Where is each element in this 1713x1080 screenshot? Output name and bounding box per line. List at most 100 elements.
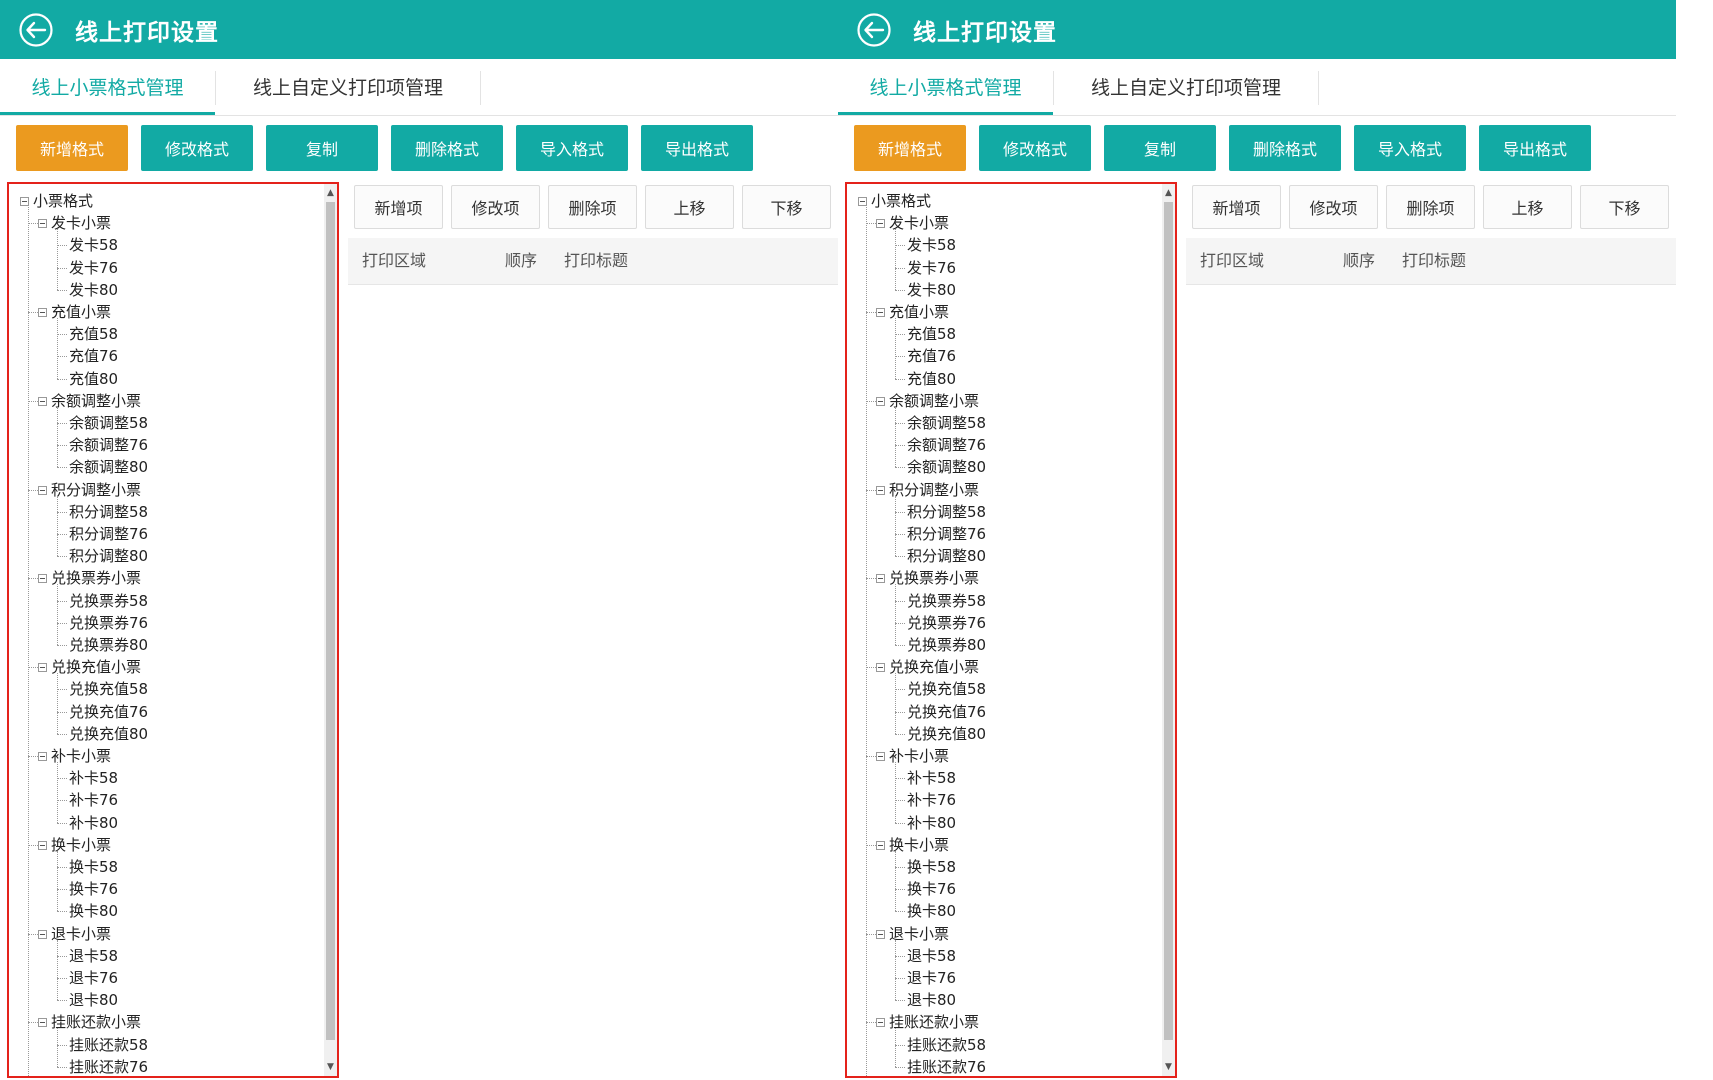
- scroll-thumb[interactable]: [326, 202, 335, 1040]
- tab-receipt-format[interactable]: 线上小票格式管理: [838, 59, 1053, 115]
- tab-custom-print-items[interactable]: 线上自定义打印项管理: [216, 59, 480, 113]
- tree-item[interactable]: 余额调整76: [69, 434, 148, 456]
- collapse-icon[interactable]: [876, 840, 885, 850]
- tree-group[interactable]: 挂账还款小票: [51, 1011, 141, 1033]
- tab-custom-print-items[interactable]: 线上自定义打印项管理: [1054, 59, 1318, 113]
- tree-item[interactable]: 余额调整80: [69, 456, 148, 478]
- tree-group[interactable]: 退卡小票: [889, 923, 949, 945]
- edit-item-button[interactable]: 修改项: [451, 185, 540, 229]
- collapse-icon[interactable]: [876, 574, 885, 584]
- edit-format-button[interactable]: 修改格式: [979, 125, 1091, 171]
- import-format-button[interactable]: 导入格式: [516, 125, 628, 171]
- collapse-icon[interactable]: [38, 663, 47, 673]
- tree-root[interactable]: 小票格式: [33, 190, 93, 212]
- tree-group[interactable]: 换卡小票: [51, 834, 111, 856]
- tree-group[interactable]: 补卡小票: [889, 745, 949, 767]
- tree-group[interactable]: 补卡小票: [51, 745, 111, 767]
- tree-group[interactable]: 余额调整小票: [51, 390, 141, 412]
- scroll-thumb[interactable]: [1164, 202, 1173, 1040]
- collapse-icon[interactable]: [876, 1018, 885, 1028]
- tree-item[interactable]: 余额调整76: [907, 434, 986, 456]
- tree-item[interactable]: 换卡76: [907, 878, 956, 900]
- tree-root[interactable]: 小票格式: [871, 190, 931, 212]
- move-down-button[interactable]: 下移: [1580, 185, 1669, 229]
- tab-receipt-format[interactable]: 线上小票格式管理: [0, 59, 215, 115]
- tree-item[interactable]: 兑换充值76: [69, 701, 148, 723]
- tree-item[interactable]: 补卡76: [69, 789, 118, 811]
- add-format-button[interactable]: 新增格式: [16, 125, 128, 171]
- tree-item[interactable]: 兑换充值58: [69, 678, 148, 700]
- tree-item[interactable]: 补卡58: [69, 767, 118, 789]
- tree-item[interactable]: 余额调整58: [907, 412, 986, 434]
- tree-item[interactable]: 充值76: [907, 345, 956, 367]
- tree-item[interactable]: 积分调整58: [907, 501, 986, 523]
- tree-item[interactable]: 退卡76: [69, 967, 118, 989]
- copy-format-button[interactable]: 复制: [1104, 125, 1216, 171]
- tree-item[interactable]: 积分调整76: [69, 523, 148, 545]
- collapse-icon[interactable]: [38, 219, 47, 229]
- edit-format-button[interactable]: 修改格式: [141, 125, 253, 171]
- tree-group[interactable]: 发卡小票: [51, 212, 111, 234]
- edit-item-button[interactable]: 修改项: [1289, 185, 1378, 229]
- collapse-icon[interactable]: [876, 929, 885, 939]
- export-format-button[interactable]: 导出格式: [641, 125, 753, 171]
- tree-item[interactable]: 退卡76: [907, 967, 956, 989]
- tree-group[interactable]: 发卡小票: [889, 212, 949, 234]
- tree-item[interactable]: 换卡58: [69, 856, 118, 878]
- tree-item[interactable]: 兑换充值80: [69, 723, 148, 745]
- tree-item[interactable]: 挂账还款76: [907, 1056, 986, 1076]
- tree-item[interactable]: 发卡80: [69, 279, 118, 301]
- add-item-button[interactable]: 新增项: [354, 185, 443, 229]
- collapse-icon[interactable]: [858, 197, 867, 206]
- collapse-icon[interactable]: [38, 1018, 47, 1028]
- tree-item[interactable]: 兑换票券58: [69, 590, 148, 612]
- tree-item[interactable]: 发卡76: [907, 257, 956, 279]
- tree-item[interactable]: 换卡80: [69, 900, 118, 922]
- move-up-button[interactable]: 上移: [1483, 185, 1572, 229]
- scroll-down-icon[interactable]: ▼: [324, 1060, 337, 1074]
- tree-item[interactable]: 补卡80: [907, 812, 956, 834]
- tree-item[interactable]: 充值80: [907, 368, 956, 390]
- collapse-icon[interactable]: [876, 308, 885, 317]
- tree-item[interactable]: 补卡76: [907, 789, 956, 811]
- delete-item-button[interactable]: 删除项: [1386, 185, 1475, 229]
- tree-group[interactable]: 余额调整小票: [889, 390, 979, 412]
- move-down-button[interactable]: 下移: [742, 185, 831, 229]
- move-up-button[interactable]: 上移: [645, 185, 734, 229]
- copy-format-button[interactable]: 复制: [266, 125, 378, 171]
- tree-item[interactable]: 兑换票券80: [907, 634, 986, 656]
- delete-format-button[interactable]: 删除格式: [391, 125, 503, 171]
- export-format-button[interactable]: 导出格式: [1479, 125, 1591, 171]
- collapse-icon[interactable]: [38, 574, 47, 584]
- tree-item[interactable]: 发卡80: [907, 279, 956, 301]
- tree-item[interactable]: 退卡80: [907, 989, 956, 1011]
- tree-group[interactable]: 充值小票: [889, 301, 949, 323]
- tree-item[interactable]: 充值58: [69, 323, 118, 345]
- tree-item[interactable]: 发卡58: [69, 234, 118, 256]
- scroll-up-icon[interactable]: ▲: [324, 186, 337, 200]
- tree-scrollbar[interactable]: ▲ ▼: [324, 184, 337, 1076]
- collapse-icon[interactable]: [20, 197, 29, 206]
- tree-group[interactable]: 积分调整小票: [51, 479, 141, 501]
- tree-group[interactable]: 换卡小票: [889, 834, 949, 856]
- collapse-icon[interactable]: [38, 929, 47, 939]
- scroll-up-icon[interactable]: ▲: [1162, 186, 1175, 200]
- tree-item[interactable]: 退卡58: [69, 945, 118, 967]
- tree-item[interactable]: 挂账还款76: [69, 1056, 148, 1076]
- scroll-down-icon[interactable]: ▼: [1162, 1060, 1175, 1074]
- tree-group[interactable]: 兑换票券小票: [51, 567, 141, 589]
- tree-item[interactable]: 退卡58: [907, 945, 956, 967]
- tree-item[interactable]: 积分调整80: [907, 545, 986, 567]
- collapse-icon[interactable]: [876, 219, 885, 229]
- tree-group[interactable]: 充值小票: [51, 301, 111, 323]
- tree-item[interactable]: 充值58: [907, 323, 956, 345]
- tree-group[interactable]: 退卡小票: [51, 923, 111, 945]
- import-format-button[interactable]: 导入格式: [1354, 125, 1466, 171]
- tree-item[interactable]: 发卡58: [907, 234, 956, 256]
- tree-item[interactable]: 补卡80: [69, 812, 118, 834]
- back-arrow-icon[interactable]: [18, 12, 54, 48]
- delete-format-button[interactable]: 删除格式: [1229, 125, 1341, 171]
- tree-group[interactable]: 积分调整小票: [889, 479, 979, 501]
- tree-item[interactable]: 补卡58: [907, 767, 956, 789]
- tree-item[interactable]: 换卡76: [69, 878, 118, 900]
